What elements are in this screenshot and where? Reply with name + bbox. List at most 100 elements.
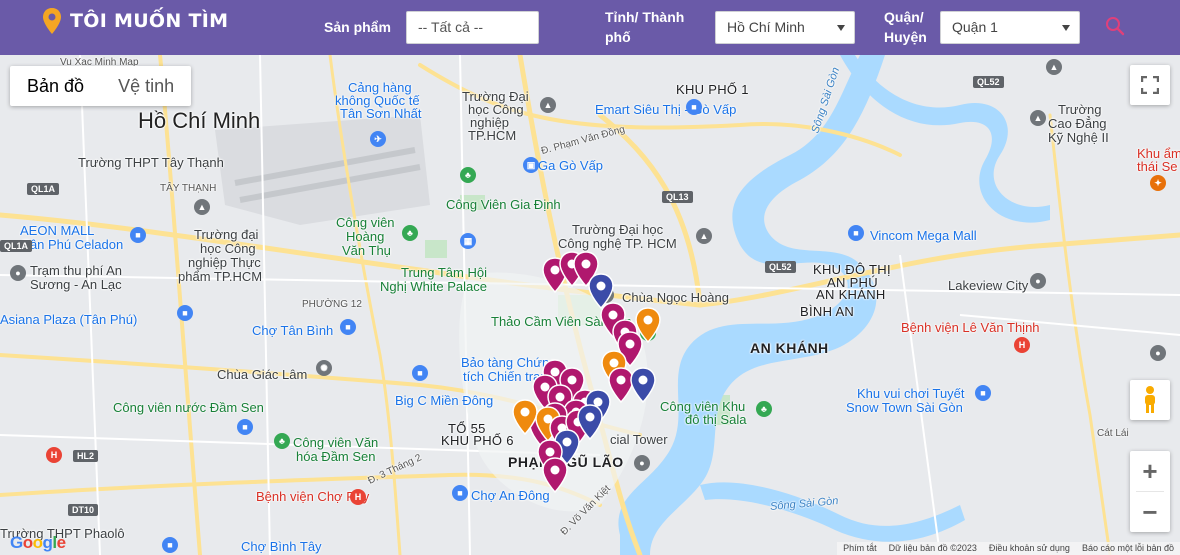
map-label: Emart Siêu Thị - Gò Vấp <box>595 102 737 117</box>
district-select[interactable]: Quận 1 <box>940 11 1080 44</box>
map-label: Công Viên Gia Định <box>446 197 561 212</box>
map-label: Snow Town Sài Gòn <box>846 400 963 415</box>
store-marker-icon[interactable] <box>542 457 568 493</box>
map-label: Công viên Văn <box>293 435 379 450</box>
place-icon[interactable]: ● <box>634 455 650 471</box>
map-label: Công viên nước Đầm Sen <box>113 400 264 415</box>
product-select[interactable]: -- Tất cả -- <box>406 11 539 44</box>
keyboard-shortcuts-link[interactable]: Phím tắt <box>837 542 883 555</box>
map-label: Văn Thụ <box>342 243 391 258</box>
place-icon[interactable]: ● <box>10 265 26 281</box>
shopping-icon[interactable]: ■ <box>340 319 356 335</box>
google-logo-letter: o <box>22 533 33 552</box>
map-label: Công nghệ TP. HCM <box>558 236 677 251</box>
map-type-satellite-button[interactable]: Vệ tinh <box>101 66 191 106</box>
shopping-icon[interactable]: ■ <box>848 225 864 241</box>
map-type-control: Bản đồ Vệ tinh <box>10 66 192 106</box>
map-label: Trường đại <box>194 227 259 242</box>
map-label: hóa Đầm Sen <box>296 449 376 464</box>
map-label: Asiana Plaza (Tân Phú) <box>0 312 138 327</box>
zoom-out-button[interactable]: − <box>1130 492 1170 532</box>
store-marker-icon[interactable] <box>635 307 661 343</box>
school-icon[interactable]: ▲ <box>1046 59 1062 75</box>
museum-icon[interactable]: ▦ <box>460 233 476 249</box>
place-icon[interactable]: ● <box>1150 345 1166 361</box>
map-label: Trường Đại học <box>572 222 664 237</box>
map-label: Chợ Tân Bình <box>252 323 334 338</box>
shopping-icon[interactable]: ■ <box>177 305 193 321</box>
map-label: Hồ Chí Minh <box>138 108 261 133</box>
zoom-in-button[interactable]: + <box>1130 451 1170 491</box>
school-icon[interactable]: ▲ <box>1030 110 1046 126</box>
map-label: Tân Phú Celadon <box>22 237 124 252</box>
map-label: Chợ Bình Tây <box>241 539 322 554</box>
shopping-icon[interactable]: ■ <box>237 419 253 435</box>
park-icon[interactable]: ♣ <box>402 225 418 241</box>
map-label: TP.HCM <box>468 128 517 143</box>
route-shield: QL1A <box>27 183 60 195</box>
restaurant-icon[interactable]: ✦ <box>1150 175 1166 191</box>
shopping-icon[interactable]: ■ <box>162 537 178 553</box>
terms-link[interactable]: Điều khoản sử dụng <box>983 542 1076 555</box>
map-label: Ga Gò Vấp <box>538 158 604 173</box>
park-icon[interactable]: ♣ <box>756 401 772 417</box>
caret-down-icon <box>1062 25 1070 31</box>
map-label: Trung Tâm Hội <box>401 265 487 280</box>
school-icon[interactable]: ▲ <box>696 228 712 244</box>
place-icon[interactable]: ● <box>1030 273 1046 289</box>
fullscreen-button[interactable] <box>1130 65 1170 105</box>
google-logo-letter: g <box>42 533 53 552</box>
map-label: Chùa Giác Lâm <box>217 367 308 382</box>
train-icon[interactable]: ▣ <box>523 157 539 173</box>
map-label: phẩm TP.HCM <box>178 269 263 284</box>
map-label: Tân Sơn Nhất <box>340 106 422 121</box>
map-label: Trạm thu phí An <box>30 263 123 278</box>
report-error-link[interactable]: Báo cáo một lỗi bản đồ <box>1076 542 1180 555</box>
street-view-button[interactable] <box>1130 380 1170 420</box>
map-label: Cao Đẳng <box>1048 116 1107 131</box>
map-label: AEON MALL <box>20 223 95 238</box>
route-shield: DT10 <box>68 504 99 516</box>
map-label: Kỹ Nghệ II <box>1048 130 1109 145</box>
shopping-icon[interactable]: ■ <box>130 227 146 243</box>
map-label: nghiệp Thực <box>188 255 261 270</box>
product-select-value: -- Tất cả -- <box>418 19 484 35</box>
map-type-roadmap-button[interactable]: Bản đồ <box>10 66 101 106</box>
map-label: AN KHÁNH <box>750 340 829 356</box>
map-label: Bệnh viện Lê Văn Thịnh <box>901 320 1040 335</box>
hospital-icon[interactable]: H <box>1014 337 1030 353</box>
store-marker-icon[interactable] <box>577 404 603 440</box>
map-label: Khu vui chơi Tuyết <box>857 386 965 401</box>
shopping-icon[interactable]: ■ <box>452 485 468 501</box>
zoom-control: + − <box>1130 451 1170 532</box>
district-select-value: Quận 1 <box>952 19 998 35</box>
map-attribution: Phím tắt Dữ liệu bản đồ ©2023 Điều khoản… <box>837 542 1180 555</box>
city-select[interactable]: Hồ Chí Minh <box>715 11 855 44</box>
map-canvas[interactable]: Hồ Chí Minh Vu Xac Minh Map Cảng hàng kh… <box>0 55 1180 555</box>
map-label: KHU PHỐ 1 <box>676 82 749 97</box>
map-label: Trường <box>1058 102 1102 117</box>
google-logo[interactable]: Google <box>10 533 66 553</box>
shopping-icon[interactable]: ■ <box>975 385 991 401</box>
shopping-icon[interactable]: ■ <box>686 99 702 115</box>
hospital-icon[interactable]: H <box>46 447 62 463</box>
park-icon[interactable]: ♣ <box>274 433 290 449</box>
map-label: Big C Miền Đông <box>395 393 494 408</box>
caret-down-icon <box>837 25 845 31</box>
map-label: đô thị Sala <box>685 412 747 427</box>
airport-icon[interactable]: ✈ <box>370 131 386 147</box>
school-icon[interactable]: ▲ <box>540 97 556 113</box>
map-label: Cát Lái <box>1097 428 1129 439</box>
hospital-icon[interactable]: H <box>350 489 366 505</box>
shopping-icon[interactable]: ■ <box>412 365 428 381</box>
map-data-credit: Dữ liệu bản đồ ©2023 <box>888 543 977 553</box>
map-label: Trường THPT Tây Thạnh <box>78 155 224 170</box>
location-pin-icon <box>43 8 61 34</box>
google-logo-letter: G <box>10 533 23 552</box>
search-icon[interactable] <box>1104 15 1126 37</box>
park-icon[interactable]: ♣ <box>460 167 476 183</box>
school-icon[interactable]: ▲ <box>194 199 210 215</box>
temple-icon[interactable]: ✺ <box>316 360 332 376</box>
district-label: Quận/ Huyện <box>884 9 927 45</box>
store-marker-icon[interactable] <box>630 367 656 403</box>
